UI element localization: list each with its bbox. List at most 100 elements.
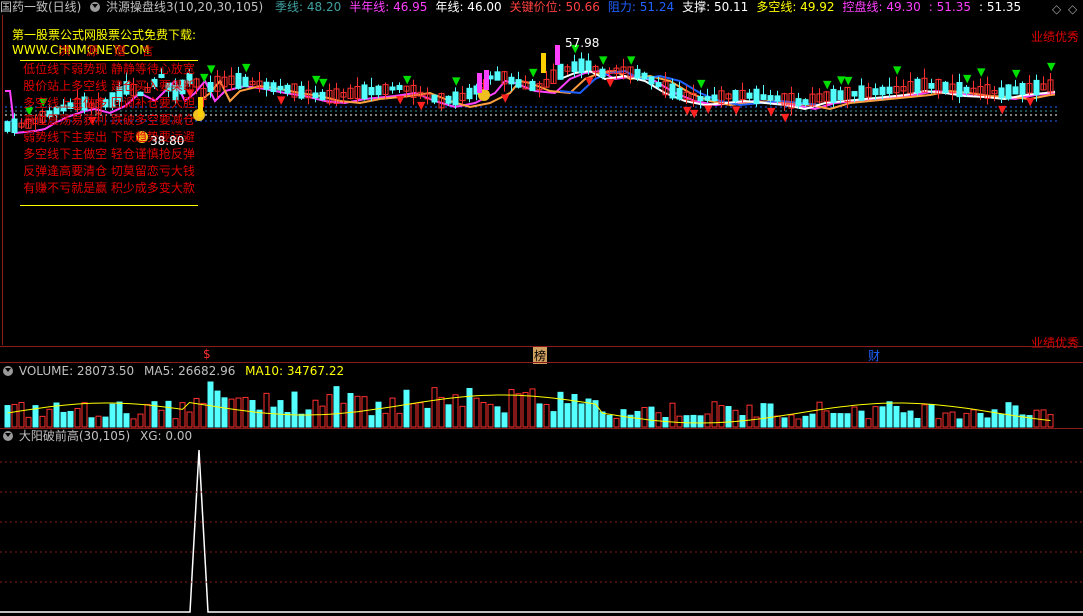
candle-body	[858, 85, 865, 101]
candle-body	[494, 71, 501, 81]
volume-bar	[809, 413, 816, 428]
candle-body	[235, 72, 242, 89]
candle-body	[641, 72, 648, 80]
info-box: 第一股票公式网股票公式免费下载: WWW.CHNMONEY.COM 洪 源 赠 …	[12, 28, 206, 206]
candle-body	[431, 94, 438, 103]
volume-bar	[431, 387, 438, 428]
candle-body	[515, 79, 522, 88]
signal-arrow-down: ▼	[396, 93, 405, 106]
candle-body	[655, 82, 662, 88]
candle-body	[466, 87, 473, 100]
signal-arrow-down: ▼	[998, 103, 1007, 116]
volume-bar	[578, 403, 585, 428]
signal-arrow-up: ▼	[1047, 60, 1056, 73]
volume-bar	[144, 403, 151, 428]
volume-bar	[795, 418, 802, 428]
volume-bar	[774, 415, 781, 428]
candle-body	[396, 84, 403, 90]
volume-bar	[410, 403, 417, 428]
indicator-title[interactable]: 大阳破前高(30,105)	[19, 429, 130, 443]
signal-arrow-down: ▼	[606, 76, 615, 89]
signal-arrow-down: ▼	[1026, 95, 1035, 108]
candle-body	[956, 82, 963, 98]
volume-bar	[557, 391, 564, 428]
candle-body	[445, 95, 452, 104]
candle-body	[578, 58, 585, 74]
volume-bar	[725, 405, 732, 428]
volume-bar	[130, 418, 137, 428]
volume-bar	[340, 402, 347, 428]
volume-bar	[494, 406, 501, 428]
indicator-name[interactable]: 洪源操盘线3(10,20,30,105)	[106, 0, 263, 14]
signal-arrow-up: ▼	[627, 53, 636, 66]
volume-bar	[249, 400, 256, 428]
candle-body	[1019, 82, 1026, 96]
volume-title[interactable]: VOLUME: 28073.50	[19, 364, 134, 378]
highlight-candle	[541, 53, 546, 73]
event-mark-dividend[interactable]: $	[203, 347, 211, 361]
indicator-chart[interactable]	[0, 444, 1083, 616]
candle-body	[697, 96, 704, 102]
chevron-down-icon[interactable]	[3, 430, 13, 441]
volume-bar	[564, 403, 571, 428]
signal-arrow-down: ▼	[781, 111, 790, 124]
volume-bar	[389, 397, 396, 428]
volume-panel-separator	[0, 362, 1083, 363]
volume-bar	[900, 412, 907, 428]
candle-body	[242, 76, 249, 88]
stock-name[interactable]: 国药一致(日线)	[0, 0, 81, 14]
signal-arrow-up: ▼	[697, 77, 706, 90]
volume-bar	[368, 415, 375, 428]
candle-body	[886, 86, 893, 94]
volume-bar	[942, 412, 949, 428]
volume-bar	[480, 401, 487, 428]
volume-bar	[382, 412, 389, 428]
volume-bar	[298, 413, 305, 428]
candle-body	[4, 121, 11, 132]
chevron-down-icon[interactable]	[90, 1, 101, 12]
volume-bar	[403, 389, 410, 428]
volume-bar	[291, 391, 298, 428]
price-low-label: 38.80	[150, 134, 185, 148]
volume-bar	[641, 407, 648, 428]
volume-bar	[39, 415, 46, 428]
candle-body	[963, 86, 970, 94]
candle-body	[508, 76, 515, 85]
volume-bar	[207, 381, 214, 428]
candle-body	[529, 80, 536, 92]
candle-body	[711, 94, 718, 102]
signal-arrow-down: ▼	[704, 103, 713, 116]
chevron-down-icon[interactable]	[3, 365, 13, 376]
volume-bar	[312, 399, 319, 428]
settings-gear-icon[interactable]: ◇	[1068, 2, 1077, 16]
volume-bar	[158, 409, 165, 428]
volume-bar	[326, 394, 333, 428]
volume-bar	[599, 411, 606, 428]
candle-body	[746, 92, 753, 99]
volume-bar	[221, 397, 228, 428]
indicator-header: 大阳破前高(30,105) XG: 0.00	[0, 429, 194, 444]
indicator-values: 季线: 48.20 半年线: 46.95 年线: 46.00 关键价位: 50.66 阻…	[269, 0, 1023, 14]
volume-bar	[977, 412, 984, 428]
arrow-left-icon[interactable]: ◇	[1052, 2, 1061, 16]
candle-body	[207, 82, 214, 92]
volume-bar	[452, 394, 459, 428]
volume-chart[interactable]	[0, 380, 1083, 428]
volume-bar	[67, 410, 74, 428]
highlight-candle	[484, 70, 489, 90]
volume-bar	[88, 417, 95, 428]
candle-body	[760, 94, 767, 100]
volume-bar	[228, 398, 235, 428]
candle-body	[284, 84, 291, 94]
info-title[interactable]: 第一股票公式网股票公式免费下载: WWW.CHNMONEY.COM	[12, 28, 206, 57]
signal-arrow-up: ▼	[452, 74, 461, 87]
candle-body	[319, 91, 326, 101]
candle-body	[774, 95, 781, 102]
volume-header: VOLUME: 28073.50 MA5: 26682.96 MA10: 347…	[0, 364, 346, 379]
volume-bar	[613, 417, 620, 428]
signal-arrow-up: ▼	[1012, 67, 1021, 80]
candle-body	[571, 61, 578, 73]
volume-bar	[186, 411, 193, 428]
volume-bar	[172, 418, 179, 428]
volume-bar	[396, 412, 403, 428]
